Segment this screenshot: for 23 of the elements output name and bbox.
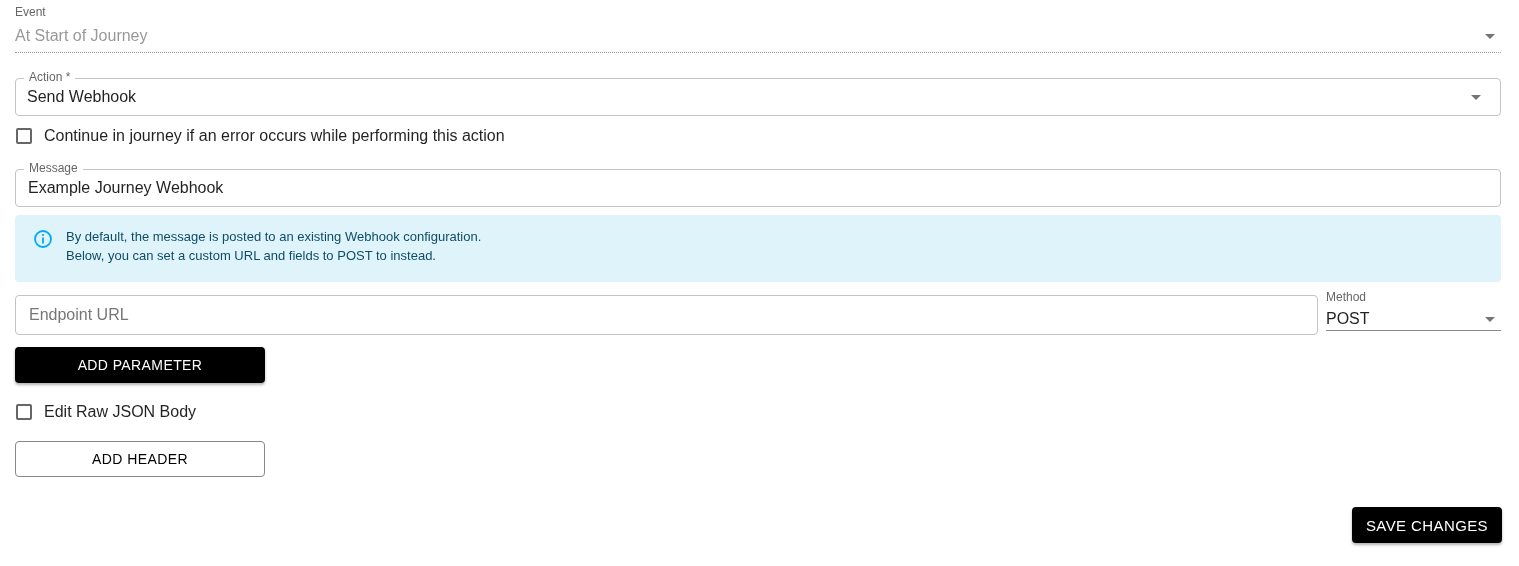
- dropdown-caret-icon: [1485, 316, 1495, 322]
- checkbox-label: Continue in journey if an error occurs while performing this action: [44, 127, 505, 145]
- dropdown-caret-icon: [1471, 94, 1481, 100]
- checkbox[interactable]: [16, 404, 32, 420]
- checkbox[interactable]: [16, 128, 32, 144]
- save-changes-button[interactable]: SAVE CHANGES: [1352, 507, 1502, 543]
- info-text: Below, you can set a custom URL and fields to POST to instead.: [66, 248, 437, 263]
- method-select[interactable]: Method POST: [1326, 290, 1501, 331]
- action-select[interactable]: Action * Send Webhook: [15, 70, 1501, 116]
- add-parameter-button[interactable]: ADD PARAMETER: [15, 347, 265, 383]
- dropdown-caret-icon: [1485, 33, 1495, 39]
- field-label: Method: [1326, 290, 1368, 304]
- message-field[interactable]: Message Example Journey Webhook: [15, 161, 1501, 207]
- field-value: Example Journey Webhook: [28, 179, 224, 197]
- select-value: POST: [1326, 310, 1370, 328]
- checkbox-label: Edit Raw JSON Body: [44, 403, 197, 421]
- field-label: Event: [15, 5, 47, 19]
- info-icon: [33, 229, 53, 249]
- info-text: By default, the message is posted to an existing Webhook configuration.: [66, 229, 482, 244]
- endpoint-url-field[interactable]: Endpoint URL: [15, 295, 1318, 335]
- field-label: Message: [24, 161, 83, 176]
- add-header-button[interactable]: ADD HEADER: [15, 441, 265, 477]
- select-value: Send Webhook: [27, 88, 137, 106]
